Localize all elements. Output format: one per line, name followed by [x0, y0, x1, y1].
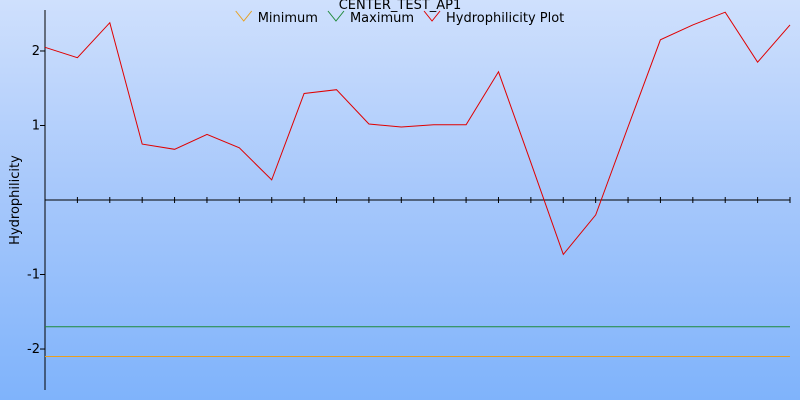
- y-tick-label: 2: [32, 44, 40, 59]
- chart-stage: CENTER_TEST_AP1 Minimum Maximum Hydrophili…: [0, 0, 800, 400]
- hydrophilicity-plot-line: [44, 11, 791, 256]
- legend-item: Maximum: [327, 10, 414, 26]
- y-axis-title: Hydrophilicity: [8, 155, 23, 245]
- legend-label: Hydrophilicity Plot: [446, 11, 564, 26]
- legend-item: Hydrophilicity Plot: [423, 10, 564, 26]
- legend-label: Maximum: [350, 11, 414, 26]
- hydrophilicity-chart: CENTER_TEST_AP1 Minimum Maximum Hydrophili…: [8, 0, 791, 390]
- legend-item: Minimum: [235, 10, 318, 26]
- y-tick-label: -2: [27, 342, 40, 357]
- y-tick-label: -1: [27, 268, 40, 283]
- y-ticks: 2 1 -1 -2: [27, 44, 45, 357]
- chart-legend: Minimum Maximum Hydrophilicity Plot: [235, 10, 564, 26]
- y-tick-label: 1: [32, 118, 40, 133]
- legend-label: Minimum: [258, 11, 318, 26]
- legend-swatch-icon: [235, 10, 253, 22]
- series-lines: [44, 11, 791, 357]
